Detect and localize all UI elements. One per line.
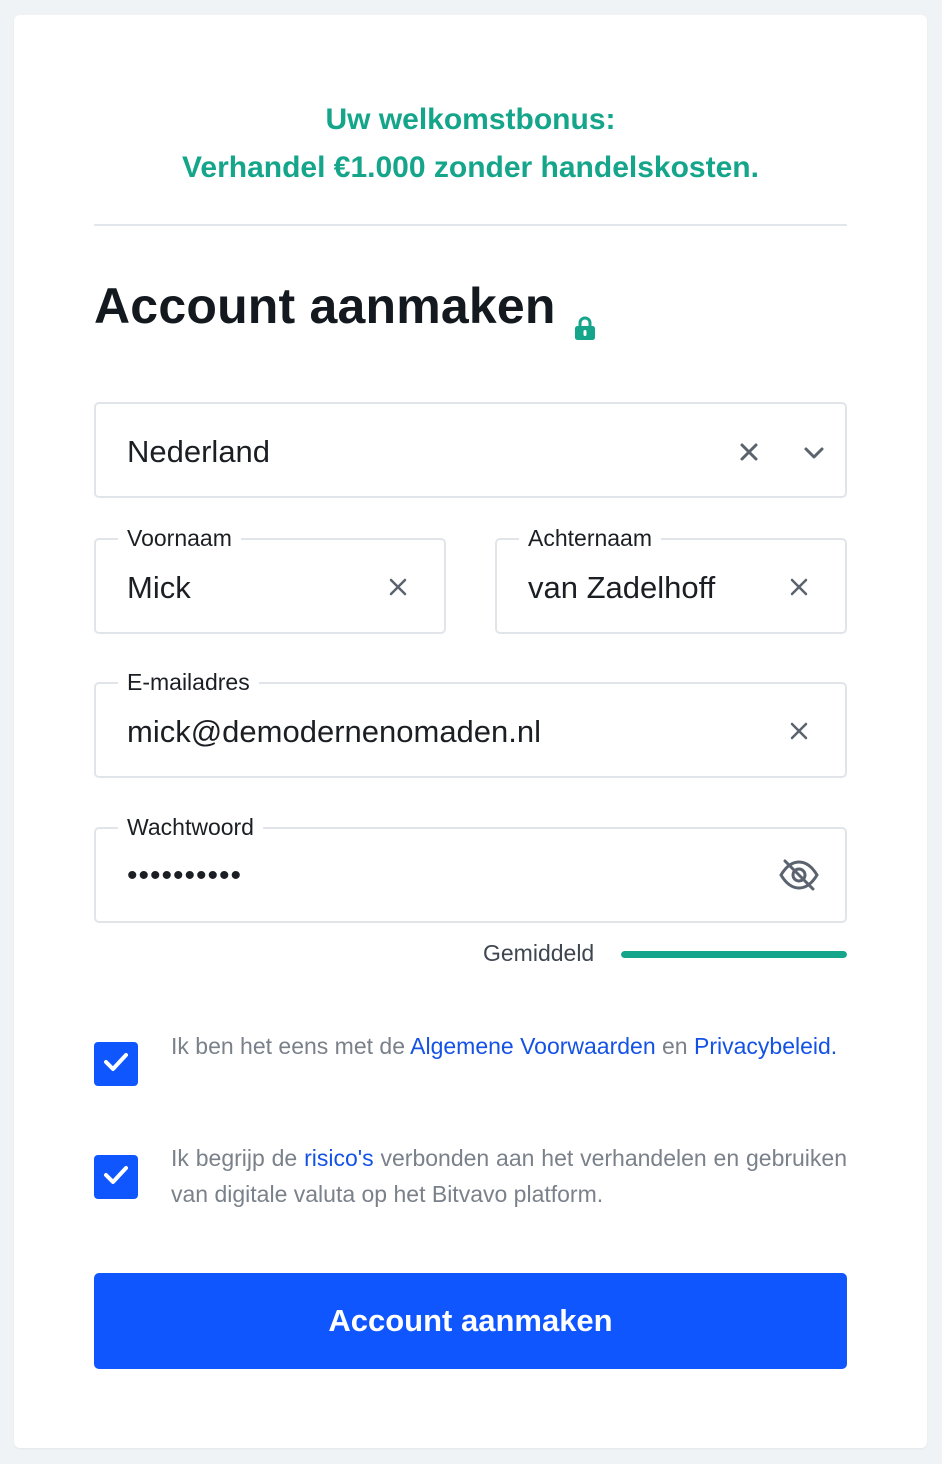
lock-icon [572, 295, 598, 340]
privacy-link[interactable]: Privacybeleid. [694, 1033, 837, 1059]
country-value: Nederland [127, 434, 271, 469]
last-name-label: Achternaam [519, 523, 662, 553]
email-label: E-mailadres [118, 667, 259, 697]
password-label: Wachtwoord [118, 812, 263, 842]
risk-text-before: Ik begrijp de [171, 1145, 298, 1171]
email-value: mick@demodernenomaden.nl [127, 714, 542, 749]
terms-link[interactable]: Algemene Voorwaarden [410, 1033, 656, 1059]
terms-text-middle: en [662, 1033, 688, 1059]
promo-title: Uw welkomstbonus: [325, 103, 616, 136]
terms-text-before: Ik ben het eens met de [171, 1033, 405, 1059]
password-value: •••••••••• [127, 859, 243, 892]
first-name-value: Mick [127, 570, 191, 605]
password-strength-fill [621, 951, 847, 958]
email-field[interactable]: E-mailadres mick@demodernenomaden.nl [94, 667, 847, 778]
checkmark-icon [103, 1164, 129, 1191]
close-icon[interactable] [789, 577, 809, 597]
last-name-value: van Zadelhoff [528, 570, 716, 605]
password-field[interactable]: Wachtwoord •••••••••• [94, 812, 847, 923]
page-title-text: Account aanmaken [94, 278, 556, 334]
risk-link[interactable]: risico's [304, 1145, 374, 1171]
page-title: Account aanmaken [94, 277, 598, 340]
close-icon[interactable] [388, 577, 408, 597]
promo-subtitle: Verhandel €1.000 zonder handelskosten. [182, 151, 759, 184]
signup-card: Uw welkomstbonus: Verhandel €1.000 zonde… [14, 15, 927, 1448]
last-name-field[interactable]: Achternaam van Zadelhoff [495, 523, 847, 634]
close-icon[interactable] [739, 442, 759, 462]
terms-text: Ik ben het eens met de Algemene Voorwaar… [171, 1028, 847, 1064]
first-name-field[interactable]: Voornaam Mick [94, 523, 446, 634]
checkmark-icon [103, 1051, 129, 1078]
chevron-down-icon[interactable] [803, 446, 825, 460]
create-account-button[interactable]: Account aanmaken [94, 1273, 847, 1369]
risk-text: Ik begrijp de risico's verbonden aan het… [171, 1140, 847, 1212]
risk-checkbox[interactable] [94, 1155, 138, 1199]
close-icon[interactable] [789, 721, 809, 741]
country-select[interactable]: Nederland [94, 402, 847, 498]
terms-checkbox[interactable] [94, 1042, 138, 1086]
eye-off-icon[interactable] [778, 858, 820, 892]
password-strength-label: Gemiddeld [483, 940, 595, 966]
divider [94, 224, 847, 226]
first-name-label: Voornaam [118, 523, 241, 553]
password-strength-bar [621, 951, 847, 958]
